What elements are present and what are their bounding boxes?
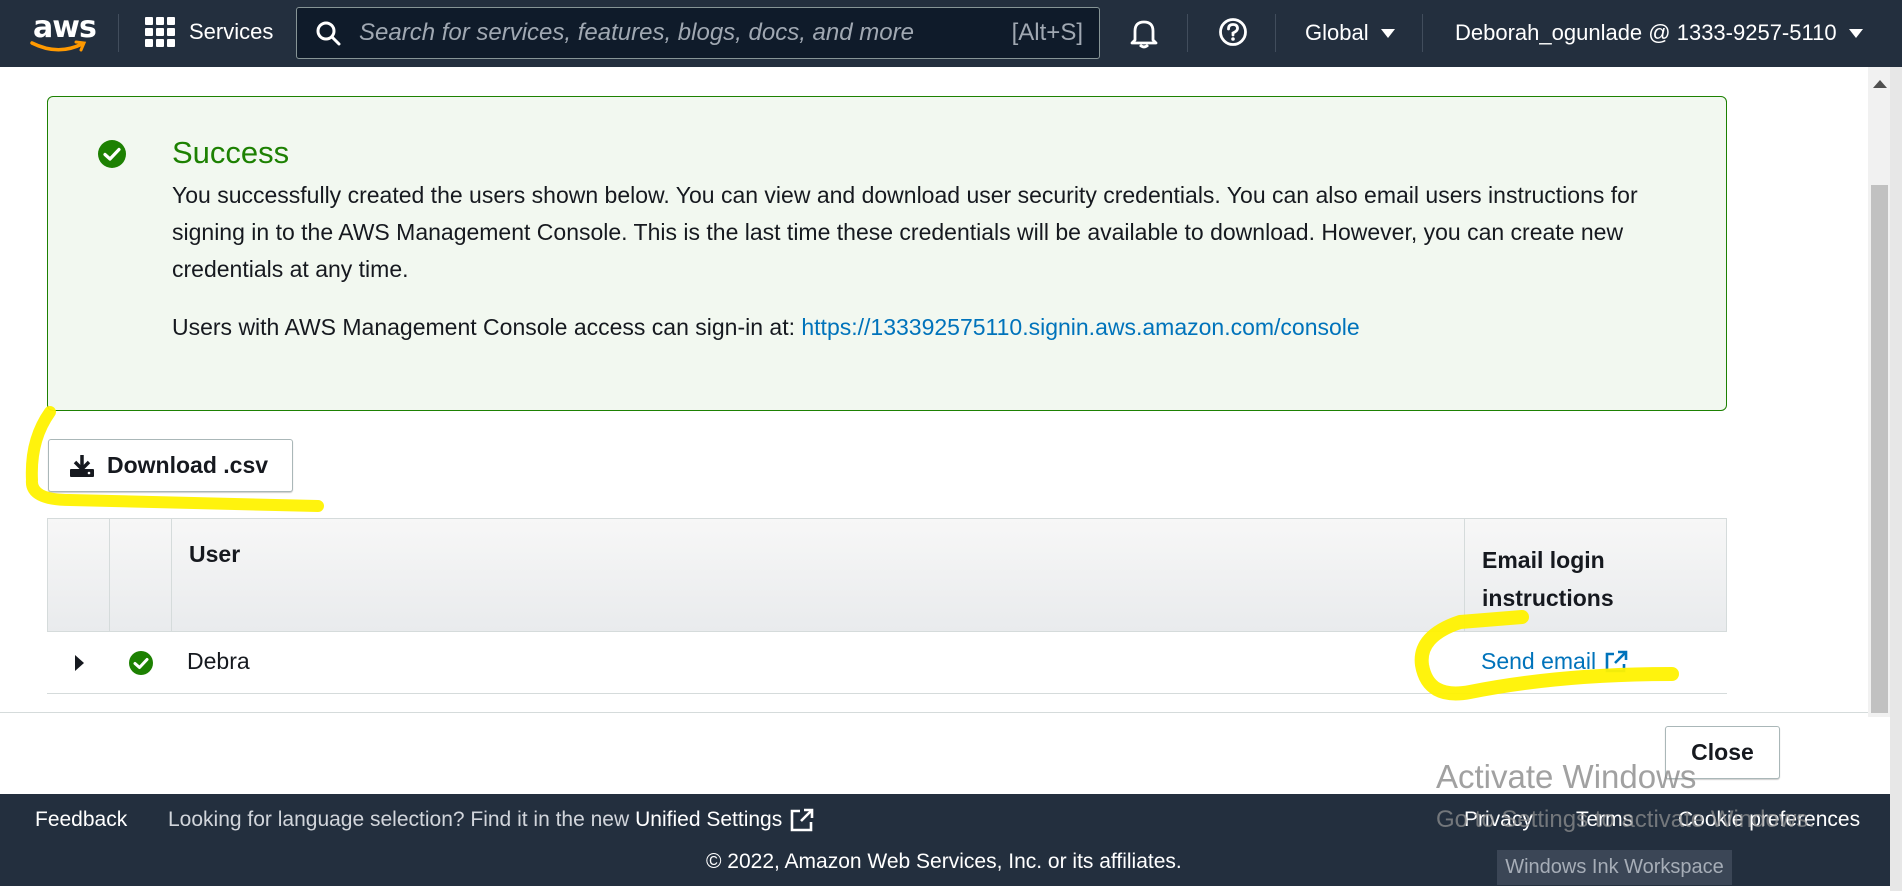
feedback-link[interactable]: Feedback — [35, 808, 127, 832]
send-email-link[interactable]: Send email — [1481, 648, 1628, 675]
chevron-down-icon — [1848, 28, 1863, 38]
region-label: Global — [1305, 20, 1369, 45]
console-signin-link[interactable]: https://133392575110.signin.aws.amazon.c… — [801, 314, 1359, 340]
account-menu[interactable]: Deborah_ogunlade @ 1333-9257-5110 — [1455, 20, 1863, 46]
download-icon — [70, 454, 94, 477]
nav-divider — [118, 14, 119, 52]
table-row: Debra Send email — [47, 632, 1727, 694]
services-label: Services — [189, 19, 274, 44]
download-csv-label: Download .csv — [107, 452, 269, 478]
success-check-icon — [129, 651, 153, 675]
bell-icon[interactable] — [1130, 17, 1158, 49]
search-placeholder: Search for services, features, blogs, do… — [359, 19, 914, 46]
alert-title: Success — [172, 135, 290, 170]
search-input[interactable]: Search for services, features, blogs, do… — [296, 7, 1100, 59]
region-selector[interactable]: Global — [1305, 20, 1395, 46]
column-divider — [171, 519, 172, 631]
nav-divider — [1275, 14, 1276, 52]
expand-row-icon[interactable] — [75, 655, 84, 671]
signin-prefix: Users with AWS Management Console access… — [172, 314, 795, 340]
aws-smile-icon — [30, 40, 87, 52]
scroll-up-arrow-icon[interactable] — [1873, 80, 1887, 88]
activate-windows-title: Activate Windows — [1436, 758, 1697, 795]
external-link-icon — [790, 808, 814, 832]
table-header: User Email login instructions — [47, 518, 1727, 632]
activate-windows-subtitle: Go to Settings to activate Windows. — [1436, 806, 1815, 833]
search-shortcut-hint: [Alt+S] — [1011, 19, 1083, 46]
window-edge — [1890, 67, 1902, 891]
success-alert: Success You successfully created the use… — [47, 96, 1727, 411]
copyright-text: © 2022, Amazon Web Services, Inc. or its… — [706, 850, 1182, 873]
chevron-down-icon — [1380, 28, 1395, 38]
grid-menu-icon — [145, 17, 175, 47]
language-notice: Looking for language selection? Find it … — [168, 808, 814, 832]
account-label: Deborah_ogunlade @ 1333-9257-5110 — [1455, 20, 1837, 45]
search-icon — [316, 21, 341, 46]
windows-ink-workspace-tooltip: Windows Ink Workspace — [1497, 850, 1732, 885]
language-notice-text: Looking for language selection? Find it … — [168, 808, 630, 831]
success-check-icon — [98, 140, 126, 168]
services-menu-button[interactable]: Services — [145, 17, 273, 47]
unified-settings-link[interactable]: Unified Settings — [635, 808, 782, 832]
column-divider — [1464, 519, 1465, 631]
signin-info: Users with AWS Management Console access… — [172, 314, 1360, 341]
scrollbar-thumb[interactable] — [1871, 185, 1888, 713]
column-header-email-instructions: Email login instructions — [1482, 547, 1614, 611]
download-csv-button[interactable]: Download .csv — [48, 439, 293, 492]
column-divider — [109, 519, 110, 631]
user-name-cell: Debra — [187, 648, 250, 674]
external-link-icon — [1605, 650, 1628, 672]
created-users-table: User Email login instructions Debra Send… — [47, 518, 1727, 694]
send-email-label: Send email — [1481, 648, 1597, 674]
nav-divider — [1422, 14, 1423, 52]
aws-logo[interactable]: aws — [30, 10, 97, 54]
help-icon[interactable] — [1218, 17, 1248, 47]
alert-message: You successfully created the users shown… — [172, 182, 1638, 282]
top-navigation-bar: aws Services Search for services, featur… — [0, 0, 1902, 67]
bottom-strip — [84, 886, 1244, 891]
column-header-user: User — [189, 541, 241, 567]
nav-divider — [1187, 14, 1188, 52]
